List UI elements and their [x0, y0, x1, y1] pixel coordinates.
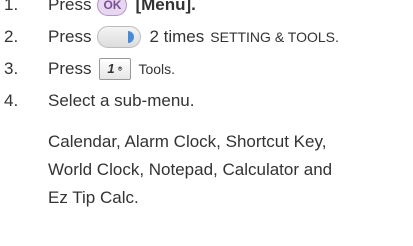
press-text: Press: [48, 0, 92, 14]
step-content: Press 2 times SETTING & TOOLS.: [48, 24, 339, 50]
right-arrow-icon: [128, 31, 135, 43]
step-number: 4.: [4, 91, 19, 110]
press-text: Press: [48, 27, 92, 46]
times-text: 2 times: [149, 27, 205, 46]
step-content: Press 1 ⌾ Tools.: [48, 56, 175, 82]
submenu-list: Calendar, Alarm Clock, Shortcut Key, Wor…: [48, 128, 408, 212]
step-number: 3.: [4, 59, 19, 78]
tools-label: Tools.: [138, 61, 176, 77]
step-number: 1.: [4, 0, 19, 14]
select-submenu-text: Select a sub-menu.: [48, 91, 195, 110]
step-content: Press OK [Menu].: [48, 0, 196, 18]
nav-right-key-icon: [97, 26, 142, 48]
step-content: Select a sub-menu.: [48, 88, 194, 114]
submenu-line: Calendar, Alarm Clock, Shortcut Key,: [48, 132, 327, 151]
number-1-key-icon: 1 ⌾: [99, 58, 132, 80]
step-number: 2.: [4, 27, 19, 46]
ok-button-icon: OK: [97, 0, 128, 16]
instruction-steps: 1. Press OK [Menu]. 2. Press 2 times SET…: [0, 0, 413, 246]
submenu-line: World Clock, Notepad, Calculator and: [48, 160, 333, 179]
voicemail-icon: ⌾: [117, 65, 123, 73]
key-digit: 1: [107, 61, 115, 76]
press-text: Press: [48, 59, 92, 78]
submenu-line: Ez Tip Calc.: [48, 188, 139, 207]
setting-tools-label: SETTING & TOOLS.: [210, 29, 339, 45]
menu-label: [Menu].: [135, 0, 196, 14]
